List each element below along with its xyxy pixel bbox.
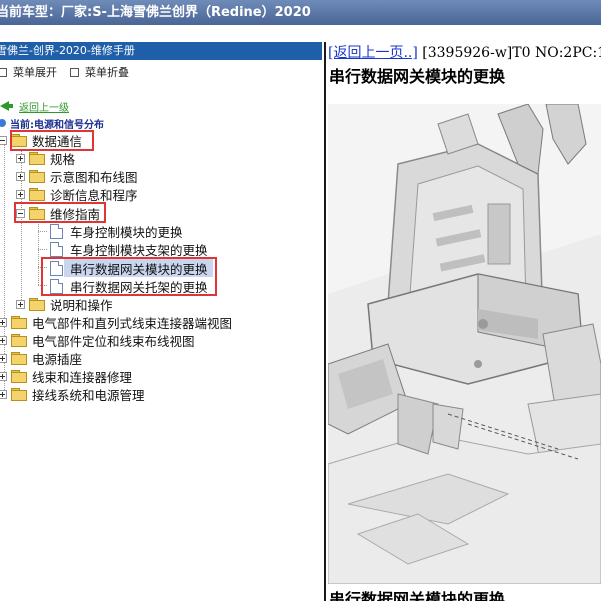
section-heading: 串行数据网关模块的更换 bbox=[329, 590, 506, 601]
window-title-bar: 当前车型：厂家:S-上海雪佛兰创界（Redine）2020 bbox=[0, 0, 601, 25]
location-icon bbox=[0, 119, 6, 127]
document-icon bbox=[50, 278, 63, 294]
tree-item-harness-repair[interactable]: 线束和连接器修理 bbox=[0, 367, 132, 385]
tree-item-label: 维修指南 bbox=[50, 206, 101, 222]
expand-toggle-icon[interactable] bbox=[0, 371, 7, 381]
tree-item-diagnostics[interactable]: 诊断信息和程序 bbox=[16, 185, 138, 203]
folder-icon bbox=[11, 388, 27, 401]
tree-connector bbox=[38, 267, 47, 268]
back-page-link[interactable]: [返回上一页..] bbox=[328, 45, 418, 61]
menu-expand-button[interactable]: 菜单展开 bbox=[0, 64, 57, 80]
expand-toggle-icon[interactable] bbox=[16, 171, 25, 181]
collapse-toggle-icon[interactable] bbox=[0, 135, 7, 145]
content-pane: [返回上一页..] [3395926-w]T0 NO:2PC:1 串行数据网关模… bbox=[328, 42, 601, 601]
tree-item-label: 电源插座 bbox=[32, 351, 83, 367]
folder-icon bbox=[29, 188, 45, 201]
expand-toggle-icon[interactable] bbox=[0, 389, 7, 399]
expand-toggle-icon[interactable] bbox=[0, 317, 7, 327]
tree-item-repair-guide[interactable]: 维修指南 bbox=[16, 204, 100, 222]
expand-toggle-icon[interactable] bbox=[16, 153, 25, 163]
manual-title: 雪佛兰-创界-2020-维修手册 bbox=[0, 44, 135, 57]
folder-icon bbox=[11, 370, 27, 383]
window-title: 当前车型：厂家:S-上海雪佛兰创界（Redine）2020 bbox=[0, 5, 311, 20]
tree-item-bcm-bracket-replacement[interactable]: 车身控制模块支架的更换 bbox=[50, 240, 208, 258]
tree-item-label: 数据通信 bbox=[32, 133, 83, 149]
tree-item-bcm-replacement[interactable]: 车身控制模块的更换 bbox=[50, 222, 183, 240]
folder-open-icon bbox=[29, 207, 45, 220]
current-location: 当前:电源和信号分布 bbox=[0, 115, 104, 131]
menu-toolbar: 菜单展开 菜单折叠 bbox=[0, 64, 322, 80]
expand-toggle-icon[interactable] bbox=[16, 299, 25, 309]
folder-icon bbox=[29, 298, 45, 311]
tree-item-specifications[interactable]: 规格 bbox=[16, 149, 75, 167]
tree-item-label: 串行数据网关托架的更换 bbox=[70, 279, 208, 295]
expand-toggle-icon[interactable] bbox=[0, 335, 7, 345]
doc-info: [3395926-w]T0 NO:2PC:1 bbox=[422, 45, 601, 61]
tree-item-power-outlets[interactable]: 电源插座 bbox=[0, 349, 82, 367]
content-nav: [返回上一页..] [3395926-w]T0 NO:2PC:1 bbox=[328, 42, 601, 61]
tree-connector bbox=[38, 285, 47, 286]
tree-item-label: 规格 bbox=[50, 151, 76, 167]
tree-item-schematics[interactable]: 示意图和布线图 bbox=[16, 167, 138, 185]
tree-item-label: 示意图和布线图 bbox=[50, 169, 138, 185]
content-heading: 串行数据网关模块的更换 bbox=[329, 67, 506, 86]
folder-icon bbox=[11, 316, 27, 329]
tree-item-connector-end-views[interactable]: 电气部件和直列式线束连接器端视图 bbox=[0, 313, 232, 331]
toolbar-gap bbox=[0, 25, 601, 42]
manual-title-bar: 雪佛兰-创界-2020-维修手册 bbox=[0, 42, 322, 60]
component-illustration-svg bbox=[328, 103, 601, 585]
collapse-icon bbox=[70, 67, 79, 77]
tree-item-label: 接线系统和电源管理 bbox=[32, 387, 145, 403]
document-icon bbox=[50, 241, 63, 257]
folder-icon bbox=[29, 152, 45, 165]
tree-item-wiring-power-mgmt[interactable]: 接线系统和电源管理 bbox=[0, 385, 145, 403]
tree-item-gateway-module-replacement[interactable]: 串行数据网关模块的更换 bbox=[50, 259, 208, 277]
pane-divider bbox=[324, 42, 326, 601]
back-to-parent[interactable]: 返回上一级 bbox=[0, 98, 69, 114]
back-link[interactable]: 返回上一级 bbox=[19, 99, 69, 114]
menu-expand-label: 菜单展开 bbox=[13, 66, 57, 79]
tree-connector bbox=[38, 249, 47, 250]
tree-connector bbox=[38, 231, 47, 232]
tree-item-gateway-bracket-replacement[interactable]: 串行数据网关托架的更换 bbox=[50, 277, 208, 295]
manual-tree-pane: 雪佛兰-创界-2020-维修手册 菜单展开 菜单折叠 返回上一级 当前:电源和信… bbox=[0, 42, 322, 601]
component-illustration bbox=[328, 103, 601, 585]
tree-item-label: 车身控制模块的更换 bbox=[70, 224, 183, 240]
document-icon bbox=[50, 260, 63, 276]
back-arrow-icon bbox=[0, 101, 13, 111]
tree-item-label: 电气部件和直列式线束连接器端视图 bbox=[32, 315, 233, 331]
expand-icon bbox=[0, 67, 7, 77]
tree-item-data-communication[interactable]: 数据通信 bbox=[0, 131, 82, 149]
tree-item-label: 串行数据网关模块的更换 bbox=[70, 261, 208, 277]
tree-item-label: 说明和操作 bbox=[50, 297, 113, 313]
menu-collapse-button[interactable]: 菜单折叠 bbox=[70, 64, 129, 80]
current-location-label: 当前:电源和信号分布 bbox=[10, 119, 104, 131]
folder-icon bbox=[11, 352, 27, 365]
tree-item-label: 诊断信息和程序 bbox=[50, 187, 138, 203]
collapse-toggle-icon[interactable] bbox=[16, 208, 25, 218]
menu-collapse-label: 菜单折叠 bbox=[85, 66, 129, 79]
folder-open-icon bbox=[11, 134, 27, 147]
tree-item-label: 线束和连接器修理 bbox=[32, 369, 133, 385]
tree-item-label: 电气部件定位和线束布线视图 bbox=[32, 333, 195, 349]
tree-item-label: 车身控制模块支架的更换 bbox=[70, 242, 208, 258]
document-icon bbox=[50, 223, 63, 239]
expand-toggle-icon[interactable] bbox=[0, 353, 7, 363]
tree-item-component-locator[interactable]: 电气部件定位和线束布线视图 bbox=[0, 331, 195, 349]
expand-toggle-icon[interactable] bbox=[16, 189, 25, 199]
folder-icon bbox=[29, 170, 45, 183]
folder-icon bbox=[11, 334, 27, 347]
tree-item-description-operation[interactable]: 说明和操作 bbox=[16, 295, 113, 313]
